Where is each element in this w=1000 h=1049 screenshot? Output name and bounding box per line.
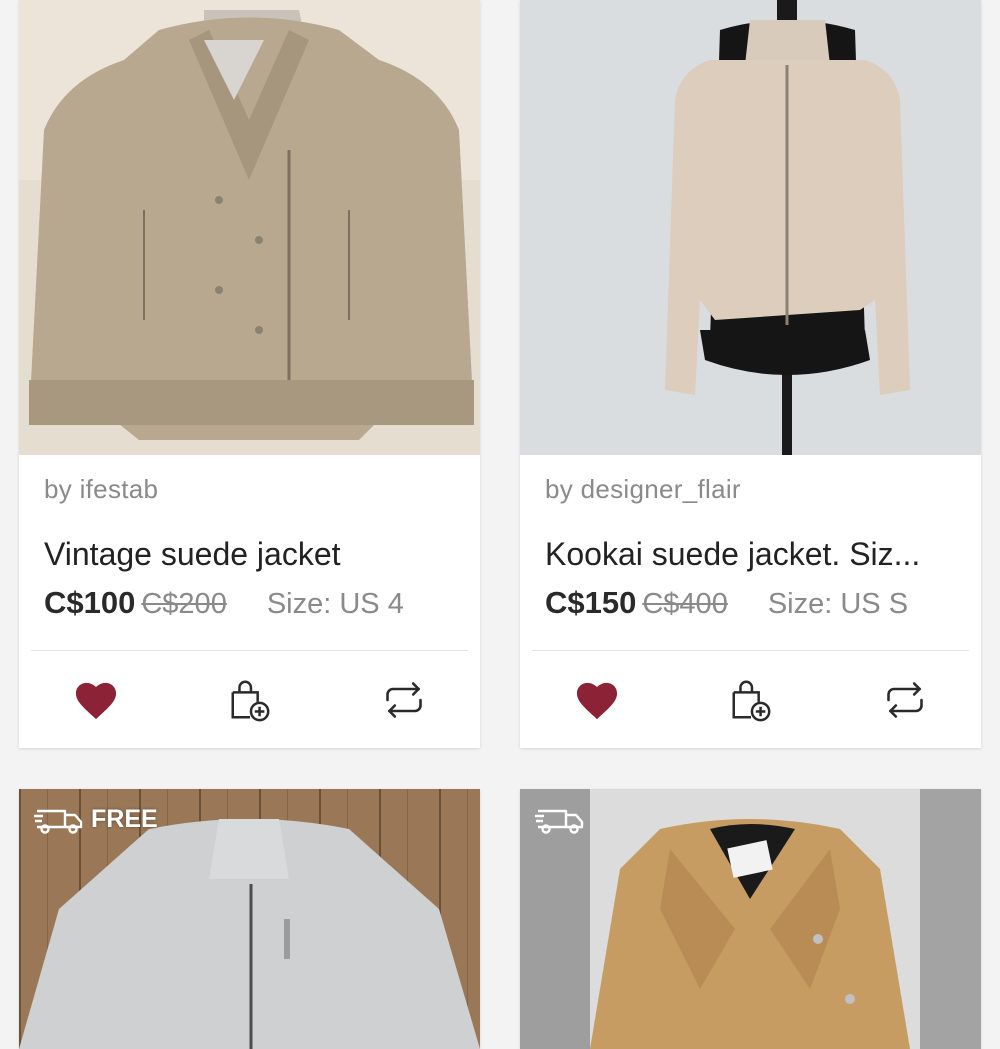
add-to-bag-button[interactable] <box>225 675 275 725</box>
current-price: C$100 <box>44 585 136 620</box>
add-to-bag-button[interactable] <box>726 675 776 725</box>
jacket-image <box>520 0 981 455</box>
repost-button[interactable] <box>379 675 429 725</box>
divider <box>31 650 468 651</box>
listing-card[interactable]: by ifestab Vintage suede jacket C$100 C$2… <box>19 0 480 748</box>
free-shipping-label: FREE <box>91 804 158 833</box>
shipping-badge <box>534 803 586 835</box>
jacket-image <box>19 0 480 455</box>
repost-button[interactable] <box>880 675 930 725</box>
listing-card[interactable]: by designer_flair Kookai suede jacket. S… <box>520 0 981 748</box>
repost-icon <box>887 682 923 718</box>
add-to-bag-icon <box>732 680 771 722</box>
add-to-bag-icon <box>231 680 270 722</box>
jacket-image <box>520 789 981 1049</box>
like-button[interactable] <box>572 675 622 725</box>
listing-card[interactable]: FREE <box>19 789 480 1049</box>
price-row: C$150 C$400 Size: US S <box>545 585 908 621</box>
shipping-truck-icon <box>535 809 584 834</box>
listing-photo[interactable] <box>520 789 981 1049</box>
repost-icon <box>386 682 422 718</box>
heart-icon <box>75 682 117 720</box>
size-label: Size: US 4 <box>266 588 404 620</box>
like-button[interactable] <box>71 675 121 725</box>
shipping-badge: FREE <box>33 803 158 835</box>
heart-icon <box>576 682 618 720</box>
original-price: C$400 <box>642 588 728 620</box>
listing-title[interactable]: Vintage suede jacket <box>44 536 464 573</box>
listing-title[interactable]: Kookai suede jacket. Siz... <box>545 536 965 573</box>
current-price: C$150 <box>545 585 637 620</box>
divider <box>532 650 969 651</box>
price-row: C$100 C$200 Size: US 4 <box>44 585 404 621</box>
listing-photo[interactable] <box>19 0 480 455</box>
listing-card[interactable] <box>520 789 981 1049</box>
original-price: C$200 <box>141 588 227 620</box>
seller-name[interactable]: by designer_flair <box>545 474 741 505</box>
listing-photo[interactable] <box>520 0 981 455</box>
seller-name[interactable]: by ifestab <box>44 474 158 505</box>
shipping-truck-icon <box>34 809 83 834</box>
size-label: Size: US S <box>767 588 909 620</box>
